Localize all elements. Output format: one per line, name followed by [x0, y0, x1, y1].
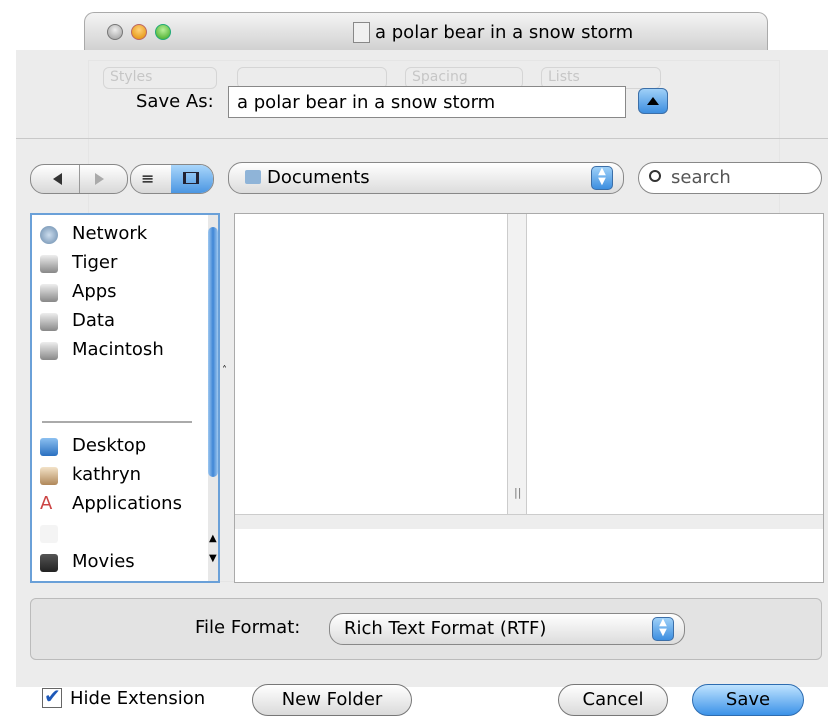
cancel-button[interactable]: Cancel [558, 684, 668, 716]
save-as-label: Save As: [136, 91, 214, 112]
location-label: Documents [267, 167, 370, 188]
new-folder-button[interactable]: New Folder [252, 684, 412, 716]
file-browser: || [234, 213, 824, 583]
list-view-icon[interactable]: ≡ [141, 169, 154, 188]
checkmark-icon: ✔ [44, 684, 61, 708]
sidebar-item-apps[interactable]: Apps [40, 279, 200, 307]
popup-arrows-icon: ▲ ▼ [652, 617, 674, 641]
divider [79, 165, 80, 193]
zoom-window-button[interactable] [155, 24, 171, 40]
browser-column-1[interactable] [235, 214, 507, 514]
sidebar-item-tiger[interactable]: Tiger [40, 250, 200, 278]
column-resize-grip-icon[interactable]: || [514, 486, 521, 499]
sidebar-item-label: Tiger [72, 252, 118, 273]
documents-icon [40, 525, 58, 543]
save-sheet: Styles Spacing Lists Save As: a polar be… [16, 50, 828, 716]
hard-disk-icon [40, 313, 58, 331]
ghost-styles-popup: Styles [103, 67, 217, 89]
sidebar-item-label: Network [72, 223, 148, 244]
document-icon [353, 22, 370, 43]
hide-extension-label: Hide Extension [70, 688, 206, 709]
network-icon [40, 226, 58, 244]
sidebar-item-kathryn[interactable]: kathryn [40, 462, 200, 490]
scroll-up-arrow-icon[interactable]: ▲ [209, 533, 217, 544]
close-window-button[interactable] [107, 24, 123, 40]
file-format-label: File Format: [195, 617, 301, 638]
hide-extension-checkbox[interactable]: ✔ [42, 684, 62, 708]
window-titlebar: a polar bear in a snow storm [84, 12, 768, 51]
hard-disk-icon [40, 284, 58, 302]
hard-disk-icon [40, 255, 58, 273]
sidebar-item-macintosh[interactable]: Macintosh [40, 337, 200, 365]
search-icon [649, 170, 661, 182]
sidebar-item-label: Applications [72, 493, 182, 514]
sidebar-item-label: Movies [72, 551, 135, 572]
filename-field[interactable]: a polar bear in a snow storm [228, 86, 626, 118]
column-view-icon[interactable] [171, 165, 213, 193]
horizontal-scrollbar[interactable] [235, 514, 823, 529]
sidebar-resize-handle[interactable]: ˄ [222, 365, 227, 376]
sidebar-item-label: Desktop [72, 435, 147, 456]
file-format-value: Rich Text Format (RTF) [344, 618, 547, 639]
sidebar-item-movies[interactable]: Movies [40, 549, 200, 577]
divider [16, 138, 828, 139]
browser-column-2[interactable] [527, 214, 807, 514]
sidebar-item-label: Apps [72, 281, 117, 302]
sidebar-item-network[interactable]: Network [40, 221, 200, 249]
folder-icon [245, 170, 261, 184]
popup-arrows-icon: ▲ ▼ [591, 166, 613, 190]
movies-icon [40, 554, 58, 572]
back-forward-control [30, 164, 128, 194]
sidebar-item-label: kathryn [72, 464, 142, 485]
sidebar-item-documents[interactable]: Documents [40, 520, 200, 548]
window-title: a polar bear in a snow storm [375, 22, 634, 43]
sidebar: Network Tiger Apps Data Macintosh Deskto… [30, 213, 220, 583]
sidebar-item-applications[interactable]: A Applications [40, 491, 200, 519]
sidebar-item-label: Data [72, 310, 115, 331]
sidebar-divider [42, 421, 192, 423]
forward-arrow-icon[interactable] [95, 173, 104, 185]
sidebar-item-label: Macintosh [72, 339, 164, 360]
collapse-dialog-button[interactable] [638, 88, 668, 114]
file-format-popup[interactable]: Rich Text Format (RTF) ▲ ▼ [329, 613, 685, 645]
back-arrow-icon[interactable] [53, 173, 62, 185]
scroll-down-arrow-icon[interactable]: ▼ [209, 553, 217, 564]
view-mode-control: ≡ [130, 164, 214, 194]
sidebar-item-label: Documents [72, 522, 175, 543]
applications-icon: A [40, 493, 53, 514]
save-button[interactable]: Save [692, 684, 804, 716]
sidebar-item-desktop[interactable]: Desktop [40, 433, 200, 461]
minimize-window-button[interactable] [131, 24, 147, 40]
column-resizer[interactable]: || [507, 214, 527, 514]
sidebar-scroll-thumb[interactable] [208, 227, 218, 477]
sidebar-item-data[interactable]: Data [40, 308, 200, 336]
file-format-panel: File Format: Rich Text Format (RTF) ▲ ▼ [30, 598, 822, 660]
hard-disk-icon [40, 342, 58, 360]
search-field[interactable]: search [638, 162, 822, 194]
search-placeholder: search [671, 167, 731, 188]
home-icon [40, 467, 58, 485]
location-popup[interactable]: Documents ▲ ▼ [228, 162, 624, 194]
desktop-icon [40, 438, 58, 456]
